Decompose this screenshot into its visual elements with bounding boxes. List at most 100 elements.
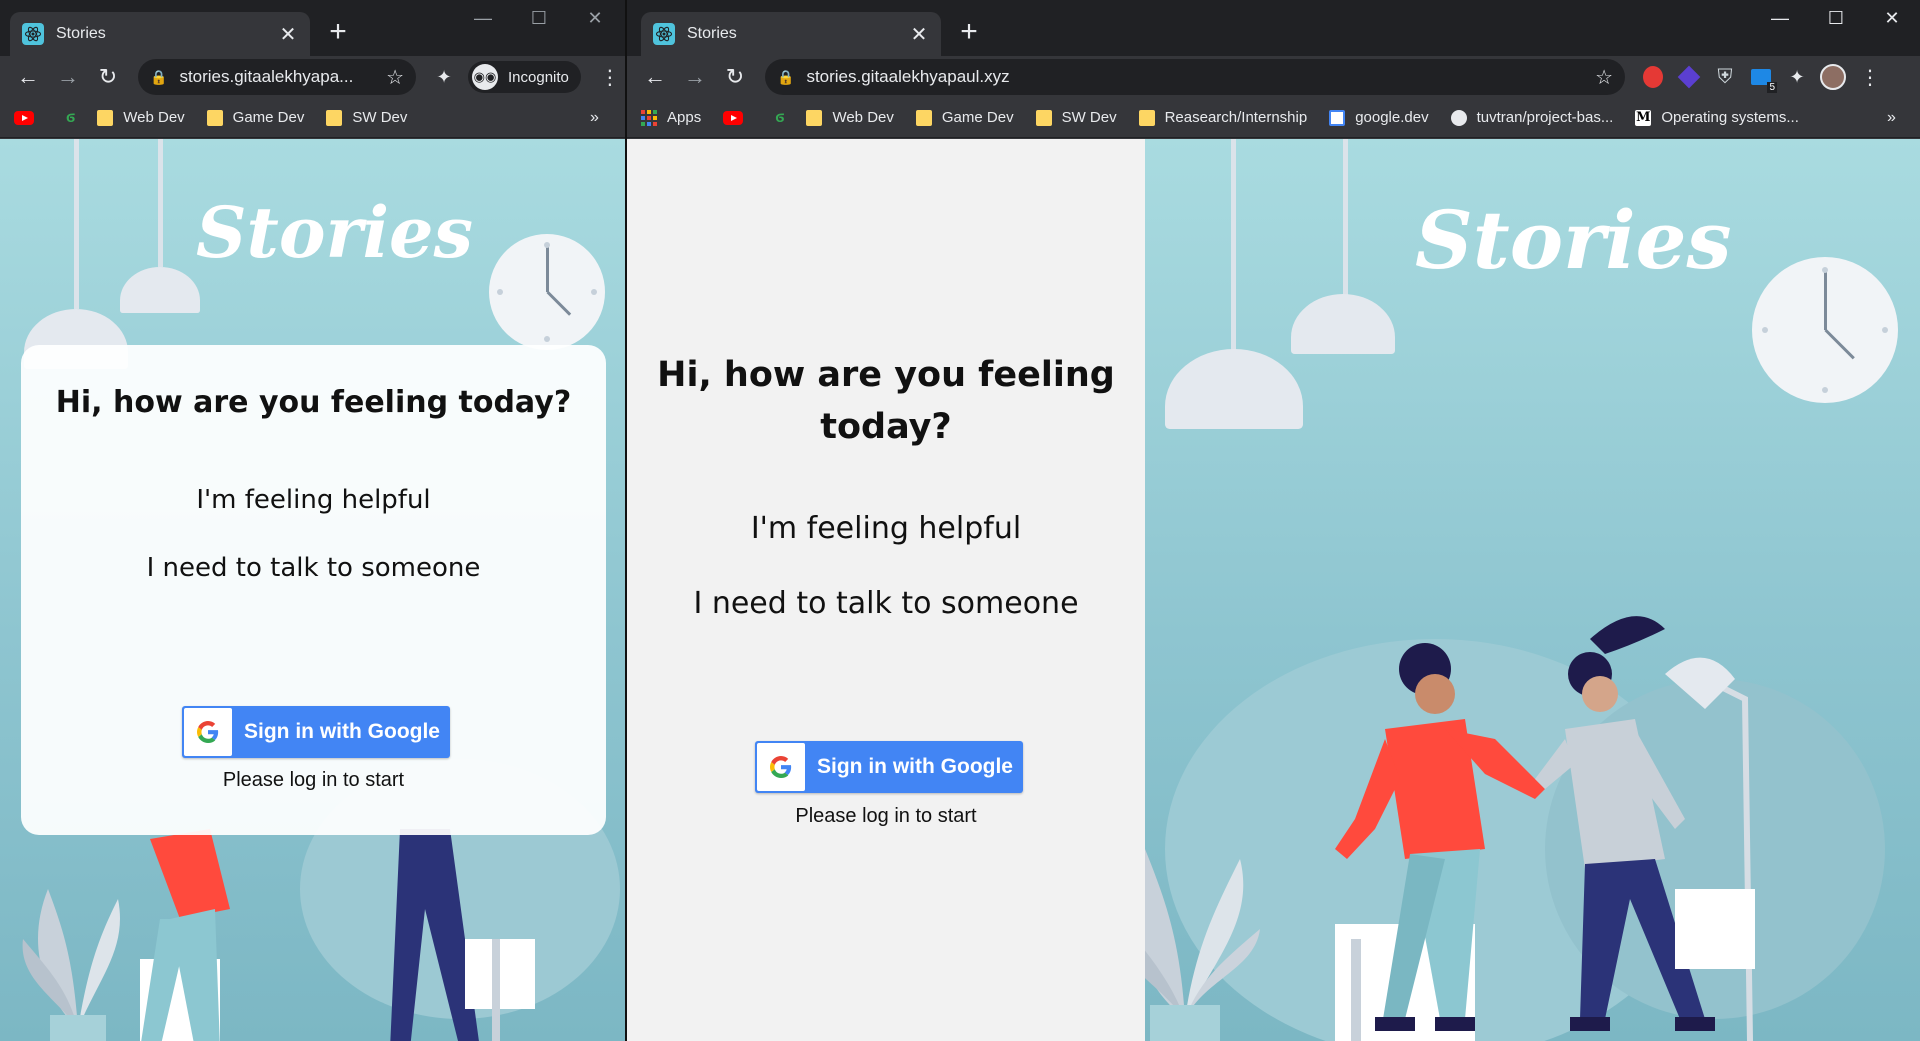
browser-menu-icon[interactable]: ⋮	[1855, 65, 1885, 90]
red-extension-icon[interactable]	[1635, 59, 1671, 95]
bookmark-label: Reasearch/Internship	[1164, 109, 1308, 126]
minimize-button[interactable]: —	[455, 8, 511, 29]
bookmark-web-dev[interactable]: Web Dev	[806, 109, 894, 126]
bookmark-game-dev[interactable]: Game Dev	[915, 109, 1014, 126]
react-icon	[653, 23, 675, 45]
wall-clock	[1752, 257, 1898, 403]
forward-arrow-icon[interactable]: →	[675, 59, 715, 95]
tab-stories[interactable]: Stories ✕	[10, 12, 310, 56]
shield-extension-icon[interactable]: ⛨	[1707, 59, 1743, 95]
bookmark-label: Apps	[667, 109, 702, 126]
hanging-lamp	[120, 267, 200, 313]
bookmark-label: Operating systems...	[1661, 109, 1799, 126]
close-window-button[interactable]: ✕	[567, 8, 623, 29]
badge-extension-icon[interactable]: 5	[1743, 59, 1779, 95]
bookmarks-overflow-icon[interactable]: »	[590, 109, 599, 127]
address-bar[interactable]: 🔒 stories.gitaalekhyapa... ☆	[138, 59, 416, 95]
bookmark-research-internship[interactable]: Reasearch/Internship	[1138, 109, 1308, 126]
bookmarks-overflow-icon[interactable]: »	[1887, 109, 1896, 127]
hanging-lamp	[1165, 349, 1303, 429]
window-controls: — ☐ ✕	[1752, 8, 1920, 29]
bookmark-github-repo[interactable]: tuvtran/project-bas...	[1450, 109, 1614, 126]
extension-badge: 5	[1767, 82, 1777, 93]
url-text: stories.gitaalekhyapa...	[179, 67, 354, 86]
extensions-puzzle-icon[interactable]: ✦	[1779, 59, 1815, 95]
option-feeling-helpful[interactable]: I'm feeling helpful	[627, 511, 1145, 548]
apps-grid-icon	[641, 109, 657, 126]
bookmark-label: Game Dev	[941, 109, 1014, 126]
bookmark-operating-systems[interactable]: M Operating systems...	[1635, 109, 1799, 126]
bookmark-label: google.dev	[1355, 109, 1429, 126]
reload-icon[interactable]: ↻	[715, 59, 755, 95]
back-arrow-icon[interactable]: ←	[635, 59, 675, 95]
bookmark-youtube[interactable]	[14, 110, 44, 125]
bookmarks-bar: ϭ Web Dev Game Dev SW Dev »	[0, 98, 627, 138]
wall-clock	[489, 234, 605, 350]
bookmark-youtube[interactable]	[723, 110, 753, 125]
bookmark-star-icon[interactable]: ☆	[1595, 65, 1613, 90]
bookmark-sw-dev[interactable]: SW Dev	[1035, 109, 1117, 126]
tab-stories[interactable]: Stories ✕	[641, 12, 941, 56]
address-bar[interactable]: 🔒 stories.gitaalekhyapaul.xyz ☆	[765, 59, 1625, 95]
page-heading: Hi, how are you feeling today?	[627, 349, 1145, 453]
youtube-icon	[14, 110, 34, 125]
medium-icon: M	[1635, 109, 1652, 126]
option-feeling-helpful[interactable]: I'm feeling helpful	[21, 485, 606, 517]
login-hint: Please log in to start	[795, 805, 977, 827]
lamp-cord	[1343, 139, 1348, 297]
incognito-label: Incognito	[508, 68, 569, 86]
google-dev-icon	[1329, 109, 1346, 126]
google-signin-button[interactable]: Sign in with Google	[755, 741, 1023, 793]
login-hint: Please log in to start	[222, 769, 405, 791]
people-illustration	[140, 829, 535, 1041]
page-content: Stories Hi, how are you feeling today? I…	[0, 139, 627, 1041]
page-content: Hi, how are you feeling today? I'm feeli…	[627, 139, 1920, 1041]
new-tab-button[interactable]: +	[951, 16, 987, 52]
bookmark-green-s[interactable]: ϭ	[66, 109, 75, 127]
minimize-button[interactable]: —	[1752, 8, 1808, 29]
tab-close-icon[interactable]: ✕	[278, 22, 298, 47]
option-need-to-talk[interactable]: I need to talk to someone	[21, 553, 606, 585]
folder-icon	[326, 109, 343, 126]
bookmark-label: tuvtran/project-bas...	[1476, 109, 1614, 126]
profile-avatar[interactable]	[1815, 59, 1851, 95]
bookmark-star-icon[interactable]: ☆	[386, 65, 404, 90]
signin-label: Sign in with Google	[244, 720, 440, 743]
lock-icon: 🔒	[150, 68, 168, 85]
tab-title: Stories	[56, 25, 106, 42]
option-need-to-talk[interactable]: I need to talk to someone	[627, 586, 1145, 623]
maximize-button[interactable]: ☐	[511, 8, 567, 29]
browser-menu-icon[interactable]: ⋮	[595, 65, 625, 90]
folder-icon	[806, 109, 823, 126]
bookmark-web-dev[interactable]: Web Dev	[97, 109, 185, 126]
bookmark-google-dev[interactable]: google.dev	[1329, 109, 1429, 126]
reload-icon[interactable]: ↻	[88, 59, 128, 95]
maximize-button[interactable]: ☐	[1808, 8, 1864, 29]
stories-logo: Stories	[196, 191, 473, 274]
lamp-cord	[74, 139, 79, 309]
lamp-cord	[158, 139, 163, 267]
forward-arrow-icon[interactable]: →	[48, 59, 88, 95]
bookmark-green-s[interactable]: ϭ	[775, 109, 784, 127]
bookmark-apps[interactable]: Apps	[641, 109, 701, 126]
folder-icon	[97, 109, 114, 126]
page-heading: Hi, how are you feeling today?	[55, 385, 572, 420]
bookmark-sw-dev[interactable]: SW Dev	[326, 109, 407, 126]
incognito-indicator[interactable]: ◉◉ Incognito	[468, 61, 581, 93]
folder-icon	[206, 109, 223, 126]
folder-icon	[1138, 109, 1155, 126]
close-window-button[interactable]: ✕	[1864, 8, 1920, 29]
folder-icon	[915, 109, 932, 126]
extensions-puzzle-icon[interactable]: ✦	[426, 59, 462, 95]
back-arrow-icon[interactable]: ←	[8, 59, 48, 95]
bookmark-game-dev[interactable]: Game Dev	[206, 109, 304, 126]
purple-extension-icon[interactable]	[1671, 59, 1707, 95]
youtube-icon	[723, 110, 744, 125]
heading-line: today?	[820, 407, 952, 447]
google-signin-button[interactable]: Sign in with Google	[182, 706, 450, 758]
lamp-cord	[1231, 139, 1236, 354]
google-g-icon	[757, 743, 805, 791]
tab-close-icon[interactable]: ✕	[909, 22, 929, 47]
new-tab-button[interactable]: +	[320, 16, 356, 52]
bookmark-label: Web Dev	[123, 109, 185, 126]
